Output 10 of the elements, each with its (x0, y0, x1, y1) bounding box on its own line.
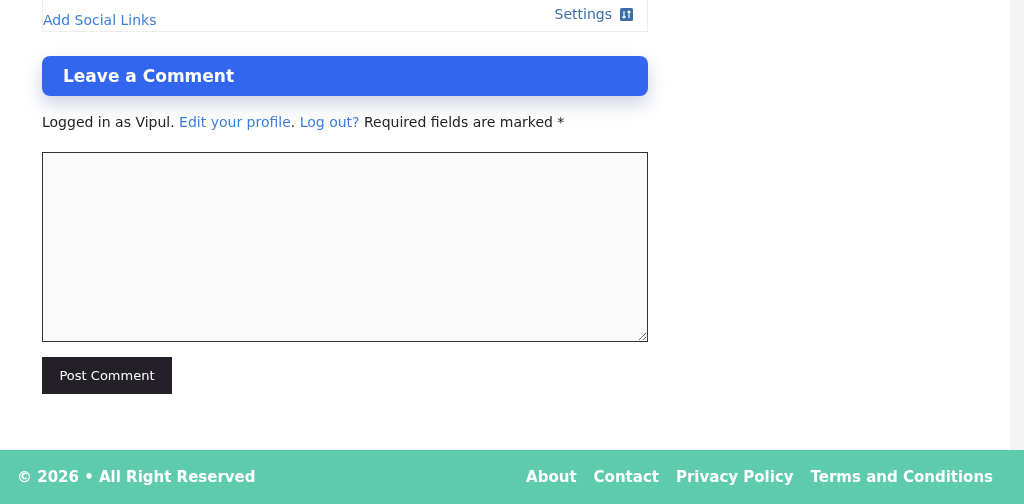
comment-field[interactable] (42, 152, 648, 342)
logout-link[interactable]: Log out? (299, 114, 360, 130)
add-social-links-link[interactable]: Add Social Links (43, 12, 157, 28)
edit-profile-link[interactable]: Edit your profile (179, 114, 291, 130)
copyright-text: © 2026 • All Right Reserved (17, 468, 256, 486)
post-comment-button[interactable]: Post Comment (42, 357, 172, 394)
settings-link[interactable]: Settings (554, 6, 612, 22)
login-notice: Logged in as Vipul. Edit your profile. Log out? Required fields are marked * (42, 114, 566, 130)
sort-icon[interactable] (620, 7, 633, 21)
section-heading: Leave a Comment (42, 56, 648, 96)
